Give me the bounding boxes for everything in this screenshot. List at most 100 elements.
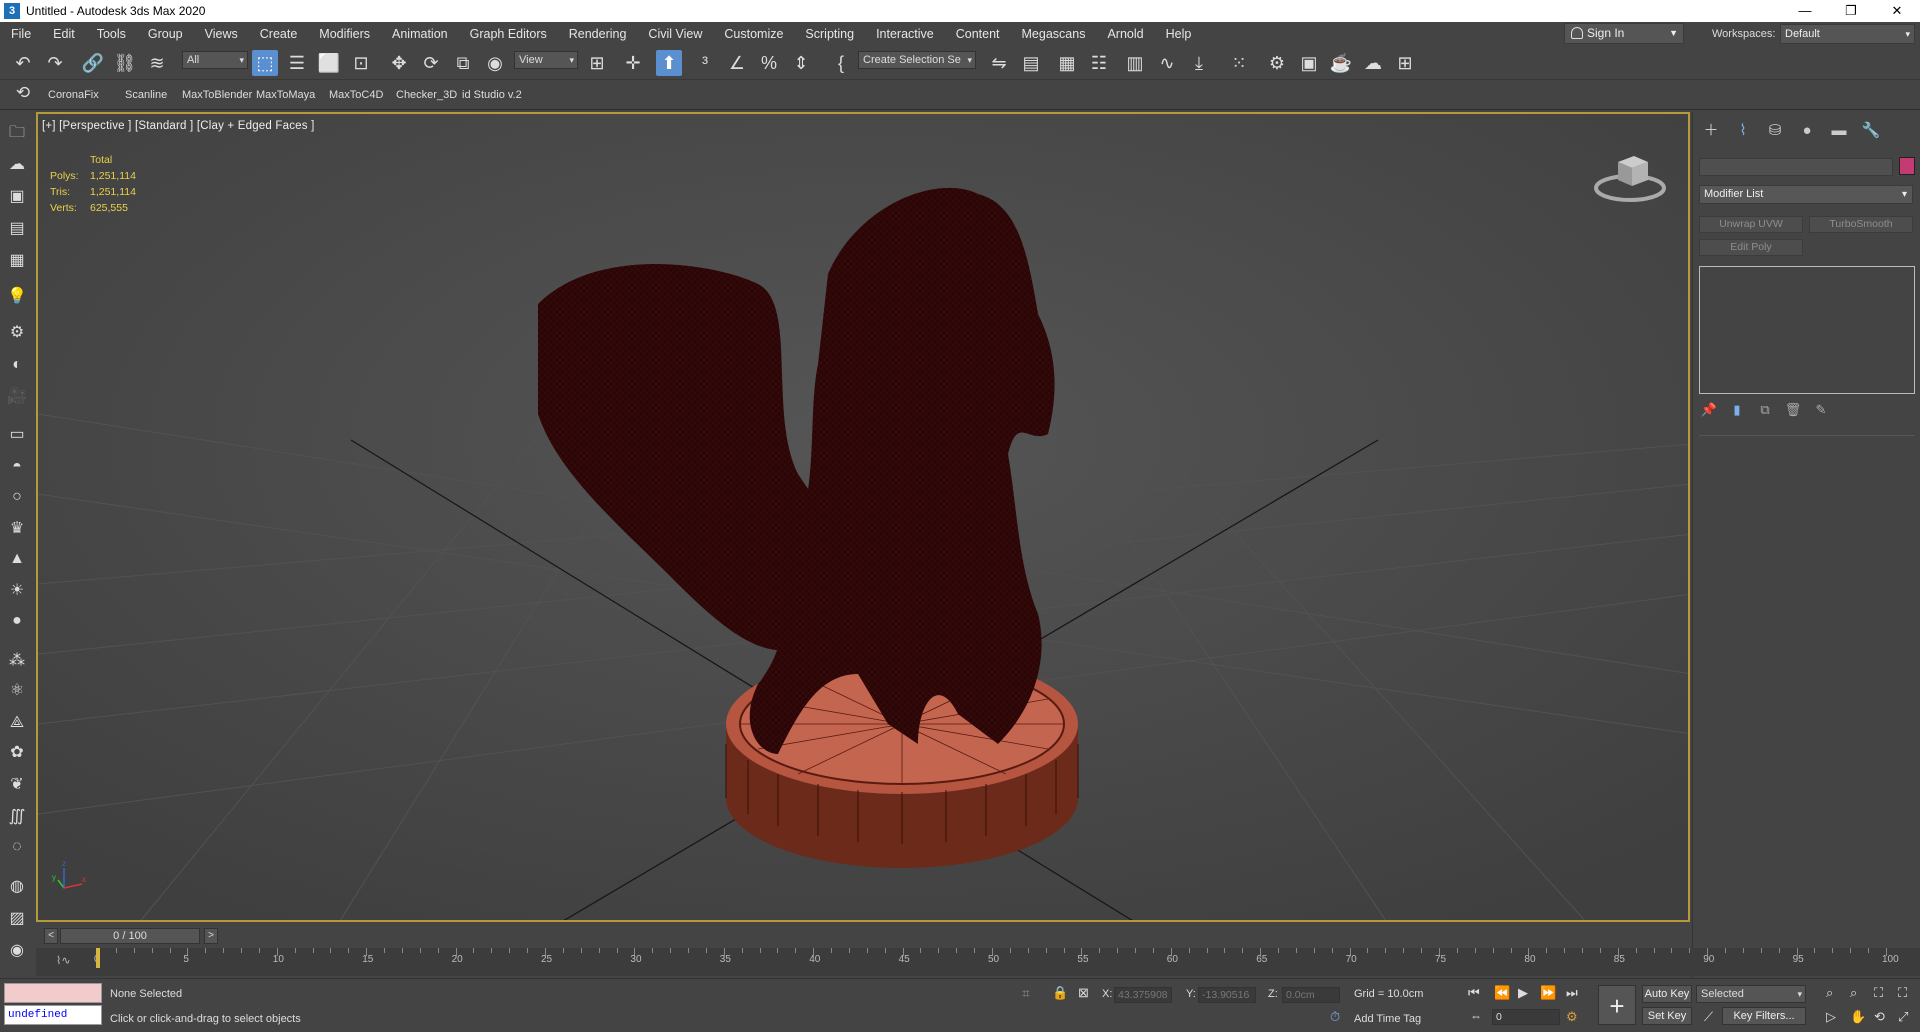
menu-rendering[interactable]: Rendering (558, 27, 638, 41)
named-selection-dropdown[interactable]: Create Selection Se (858, 51, 976, 69)
next-frame-button[interactable]: > (204, 928, 218, 944)
isolate-selection-icon[interactable]: ⌗ (1022, 985, 1030, 1002)
time-cursor[interactable] (96, 948, 100, 968)
render-production-icon[interactable]: ☕ (1328, 50, 1354, 76)
zoom-all-icon[interactable]: ⌕ (1850, 985, 1857, 1001)
object-name-field[interactable] (1699, 158, 1893, 176)
orbit-icon[interactable]: ⟲ (1874, 1009, 1885, 1025)
modifier-list-dropdown[interactable]: Modifier List (1699, 185, 1913, 204)
hair-icon[interactable]: ∭ (6, 806, 28, 828)
time-tag-icon[interactable]: ⏱ (1330, 1009, 1340, 1025)
cone-icon[interactable]: ▲ (6, 548, 28, 570)
video-camera-icon[interactable]: 🎥 (6, 386, 28, 408)
selection-filter-dropdown[interactable]: All (182, 51, 248, 69)
menu-views[interactable]: Views (194, 27, 249, 41)
menu-file[interactable]: File (0, 27, 42, 41)
shell-icon[interactable]: ◌ (6, 836, 28, 858)
angle-snap-icon[interactable]: ∠ (724, 50, 750, 76)
edit-named-selection-icon[interactable]: { (828, 50, 854, 76)
bind-space-warp-icon[interactable]: ≋ (144, 50, 170, 76)
absolute-mode-icon[interactable]: ⊠ (1078, 985, 1089, 1001)
play-icon[interactable]: ▶ (1518, 985, 1528, 1001)
viewport-label[interactable]: [+] [Perspective ] [Standard ] [Clay + E… (42, 120, 314, 132)
molecule-icon[interactable]: ⚛ (6, 680, 28, 702)
turbosmooth-button[interactable]: TurboSmooth (1809, 216, 1913, 233)
undo-icon[interactable]: ↶ (10, 50, 36, 76)
select-object-icon[interactable]: ⬚ (252, 50, 278, 76)
plugin-scanline[interactable]: Scanline (125, 89, 167, 101)
add-time-tag[interactable]: Add Time Tag (1354, 1013, 1421, 1025)
go-to-start-icon[interactable]: ⏮ (1468, 985, 1480, 1001)
current-frame-field[interactable]: 0 (1492, 1009, 1560, 1025)
go-to-end-icon[interactable]: ⏭ (1566, 985, 1578, 1001)
percent-snap-icon[interactable]: % (756, 50, 782, 76)
render-icon[interactable]: ◉ (6, 940, 28, 962)
scene-explorer-icon[interactable]: 🗀 (6, 122, 28, 144)
maxscript-output[interactable]: undefined (4, 1005, 102, 1025)
next-key-icon[interactable]: ⏩ (1540, 985, 1556, 1001)
window-crossing-icon[interactable]: ⊡ (348, 50, 374, 76)
rotate-icon[interactable]: ⟳ (418, 50, 444, 76)
configure-modifier-sets-icon[interactable]: ✎ (1811, 400, 1831, 420)
key-mode-icon[interactable]: ⇔ (1470, 1009, 1482, 1023)
pan-icon[interactable]: ✋ (1850, 1009, 1866, 1025)
previous-frame-button[interactable]: < (44, 928, 58, 944)
object-color-swatch[interactable] (1899, 157, 1915, 175)
track-bar[interactable]: ⌇∿ 0510152025303540455055606570758085909… (36, 948, 1920, 976)
menu-scripting[interactable]: Scripting (794, 27, 865, 41)
sign-in-dropdown[interactable]: Sign In ▼ (1564, 23, 1684, 44)
light-icon[interactable]: 💡 (6, 286, 28, 308)
menu-content[interactable]: Content (945, 27, 1011, 41)
link-icon[interactable]: 🔗 (80, 50, 106, 76)
material-editor-icon[interactable]: ▨ (6, 908, 28, 930)
hierarchy-tab-icon[interactable]: ⛁ (1761, 120, 1789, 142)
set-key-big-icon[interactable]: + (1598, 985, 1636, 1025)
foliage-icon[interactable]: ❦ (6, 774, 28, 796)
menu-create[interactable]: Create (249, 27, 309, 41)
close-button[interactable]: ✕ (1874, 0, 1920, 22)
previous-key-icon[interactable]: ⏪ (1494, 985, 1510, 1001)
menu-group[interactable]: Group (137, 27, 194, 41)
menu-interactive[interactable]: Interactive (865, 27, 945, 41)
align-icon[interactable]: ▤ (1018, 50, 1044, 76)
unlink-icon[interactable]: ⛓ (112, 50, 138, 76)
key-tangent-icon[interactable]: ⟋ (1704, 1009, 1713, 1025)
curve-editor-icon[interactable]: ∿ (1154, 50, 1180, 76)
camera-icon[interactable]: ⚙ (6, 322, 28, 344)
schematic-view-icon[interactable]: ⤓ (1186, 50, 1212, 76)
time-slider[interactable]: 0 / 100 (60, 928, 200, 944)
make-unique-icon[interactable]: ⧉ (1755, 400, 1775, 420)
create-tab-icon[interactable]: ＋ (1697, 120, 1725, 142)
material-ball-icon[interactable]: ◍ (6, 876, 28, 898)
keyboard-shortcut-override-icon[interactable]: ⬆ (656, 50, 682, 76)
bone-icon[interactable]: ⟁ (6, 712, 28, 734)
viewport-icon[interactable]: ▣ (6, 186, 28, 208)
select-manipulate-icon[interactable]: ✛ (620, 50, 646, 76)
minimize-button[interactable]: — (1782, 0, 1828, 22)
menu-civil-view[interactable]: Civil View (637, 27, 713, 41)
workspace-dropdown[interactable]: Default ▾ (1780, 24, 1915, 44)
zoom-extents-all-icon[interactable]: ⛶ (1898, 985, 1907, 1001)
zoom-extents-icon[interactable]: ⛶ (1874, 985, 1883, 1001)
material-editor-icon[interactable]: ⁙ (1226, 50, 1252, 76)
snaps-toggle-icon[interactable]: ³ (692, 50, 718, 76)
remove-modifier-icon[interactable]: 🗑 (1783, 400, 1803, 420)
menu-tools[interactable]: Tools (86, 27, 137, 41)
render-cloud-icon[interactable]: ☁ (1360, 50, 1386, 76)
menu-customize[interactable]: Customize (713, 27, 794, 41)
gear-icon[interactable]: ✿ (6, 742, 28, 764)
perspective-viewport[interactable]: [+] [Perspective ] [Standard ] [Clay + E… (36, 112, 1690, 922)
scene-explorer-icon[interactable]: ▦ (1054, 50, 1080, 76)
selection-lock-icon[interactable]: 🔒 (1052, 985, 1068, 1001)
plugin-maxtoblender[interactable]: MaxToBlender (182, 89, 252, 101)
render-setup-icon[interactable]: ⚙ (1264, 50, 1290, 76)
utilities-tab-icon[interactable]: 🔧 (1857, 120, 1885, 142)
menu-modifiers[interactable]: Modifiers (308, 27, 381, 41)
curve-editor-mini-icon[interactable]: ⌇∿ (56, 954, 71, 967)
viewcube-icon[interactable] (1590, 146, 1670, 206)
modify-tab-icon[interactable]: ⌇ (1729, 120, 1757, 142)
maximize-viewport-icon[interactable]: ⤢ (1898, 1009, 1908, 1025)
zoom-icon[interactable]: ⌕ (1826, 985, 1833, 1001)
placement-icon[interactable]: ◉ (482, 50, 508, 76)
cloud-icon[interactable]: ☁ (6, 154, 28, 176)
